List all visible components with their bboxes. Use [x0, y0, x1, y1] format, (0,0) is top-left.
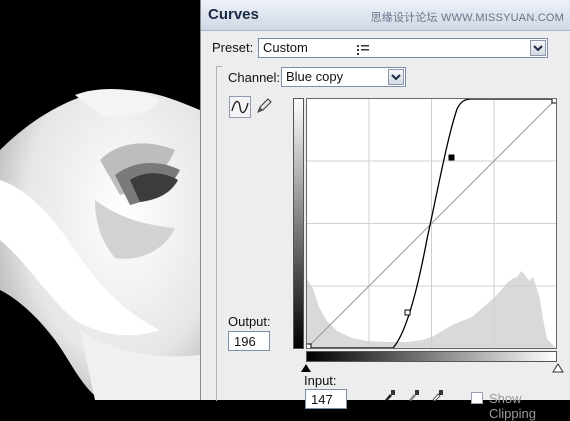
white-eyedropper-icon[interactable] [431, 389, 445, 401]
pencil-icon [257, 98, 272, 113]
preset-select[interactable]: Custom [258, 38, 548, 58]
input-label: Input: [304, 373, 337, 388]
curves-graph[interactable] [306, 98, 557, 349]
curve-point [551, 99, 556, 104]
curve-point [307, 343, 312, 348]
channel-value: Blue copy [286, 69, 344, 84]
preset-label: Preset: [212, 40, 254, 55]
show-clipping-checkbox[interactable] [471, 392, 483, 404]
channel-label: Channel: [228, 70, 281, 85]
preset-options-icon[interactable] [356, 42, 370, 56]
black-point-slider[interactable] [300, 363, 312, 373]
preset-value: Custom [263, 40, 308, 55]
white-point-slider[interactable] [552, 363, 564, 373]
curve-point-selected [448, 154, 455, 161]
output-field[interactable]: 196 [228, 331, 270, 351]
input-field[interactable]: 147 [305, 389, 347, 409]
gray-eyedropper-icon[interactable] [407, 389, 421, 401]
dialog-title: Curves [208, 6, 259, 23]
title-bar[interactable]: Curves 思缘设计论坛 WWW.MISSYUAN.COM [201, 0, 570, 31]
chevron-down-icon[interactable] [388, 69, 404, 85]
chevron-down-icon[interactable] [530, 40, 546, 56]
rose-photo [0, 0, 205, 400]
curve-point-icon [231, 100, 249, 114]
channel-select[interactable]: Blue copy [281, 67, 406, 87]
group-box-border [216, 66, 222, 401]
output-gradient-bar [293, 98, 304, 349]
input-gradient-bar [306, 351, 557, 362]
watermark-text: 思缘设计论坛 WWW.MISSYUAN.COM [370, 12, 564, 24]
black-eyedropper-icon[interactable] [383, 389, 397, 401]
output-label: Output: [228, 314, 271, 329]
curve-point-tool-button[interactable] [229, 96, 251, 118]
show-clipping-label: Show Clipping [489, 391, 536, 421]
curve-point [404, 309, 411, 316]
pencil-tool-button[interactable] [254, 96, 276, 118]
